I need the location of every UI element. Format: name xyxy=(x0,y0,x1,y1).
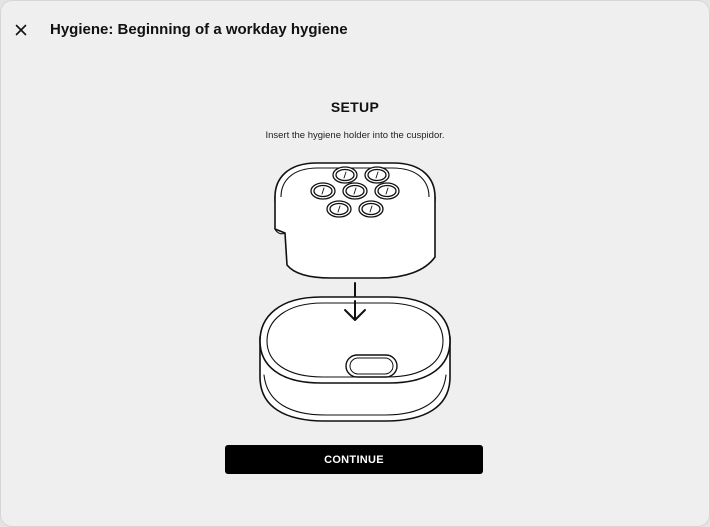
dialog-header: Hygiene: Beginning of a workday hygiene xyxy=(1,1,709,59)
hygiene-holder-graphic xyxy=(274,162,436,279)
continue-button[interactable]: CONTINUE xyxy=(225,445,483,474)
dialog-title: Hygiene: Beginning of a workday hygiene xyxy=(50,21,348,38)
setup-step-content: SETUP Insert the hygiene holder into the… xyxy=(1,59,709,526)
hygiene-holder-illustration xyxy=(259,162,451,422)
step-heading: SETUP xyxy=(330,99,380,115)
close-icon xyxy=(15,24,27,36)
dialog-window: Hygiene: Beginning of a workday hygiene … xyxy=(0,0,710,527)
step-instruction: Insert the hygiene holder into the cuspi… xyxy=(265,130,445,141)
close-button[interactable] xyxy=(11,20,31,40)
